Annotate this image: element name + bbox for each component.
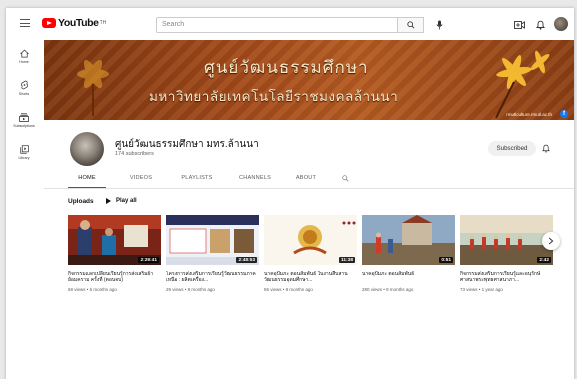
channel-name: ศูนย์วัฒนธรรมศึกษา มทร.ล้านนา bbox=[115, 139, 259, 150]
tab-playlists[interactable]: PLAYLISTS bbox=[172, 168, 222, 188]
home-icon bbox=[19, 49, 29, 57]
video-duration: 11:38 bbox=[338, 257, 355, 263]
tab-about[interactable]: ABOUT bbox=[286, 168, 326, 188]
video-duration: 2:29:41 bbox=[138, 257, 159, 263]
mini-guide: Home Shorts Subscriptions Library bbox=[6, 40, 42, 168]
youtube-play-icon bbox=[42, 18, 56, 28]
bell-icon bbox=[535, 20, 545, 30]
play-all-label: Play all bbox=[116, 198, 137, 204]
tab-channels[interactable]: CHANNELS bbox=[228, 168, 282, 188]
video-title[interactable]: นาคอุปัมภะ ตอนสัมพันธ์ bbox=[362, 271, 455, 284]
guide-item-subscriptions[interactable]: Subscriptions bbox=[6, 104, 42, 136]
video-thumbnail[interactable]: 2:29:41 bbox=[68, 215, 161, 265]
logo-country-code: TH bbox=[99, 20, 107, 26]
video-title[interactable]: โครงการส่งเสริมการเรียนรู้วัฒนธรรมภาคเหน… bbox=[166, 271, 259, 284]
video-meta: 73 views • 1 year ago bbox=[460, 287, 503, 292]
video-duration: 0:51 bbox=[439, 257, 453, 263]
channel-search-button[interactable] bbox=[330, 168, 360, 188]
guide-label: Shorts bbox=[18, 92, 30, 96]
play-icon bbox=[106, 198, 111, 204]
guide-label: Library bbox=[18, 155, 30, 160]
video-card[interactable]: 11:38 นาคอุปัมภะ ตอนสัมพันธ์ ในงานสืบสาน… bbox=[264, 215, 357, 292]
voice-search-button[interactable] bbox=[432, 18, 446, 32]
video-duration: 2:48:53 bbox=[236, 257, 257, 263]
video-thumbnail[interactable]: 2:42 bbox=[460, 215, 553, 265]
video-thumbnail[interactable]: 11:38 bbox=[264, 215, 357, 265]
channel-banner: ศูนย์วัฒนธรรมศึกษา มหาวิทยาลัยเทคโนโลยีร… bbox=[44, 40, 574, 120]
create-video-button[interactable] bbox=[512, 18, 526, 32]
guide-item-home[interactable]: Home bbox=[6, 40, 42, 72]
shelf-next-button[interactable] bbox=[542, 232, 560, 250]
video-thumbnail[interactable]: 2:48:53 bbox=[166, 215, 259, 265]
facebook-icon[interactable]: f bbox=[560, 110, 568, 118]
youtube-logo[interactable]: YouTube TH bbox=[42, 17, 106, 29]
bell-icon bbox=[542, 144, 550, 153]
subscribed-button[interactable]: Subscribed bbox=[488, 141, 536, 156]
microphone-icon bbox=[435, 20, 443, 30]
search-icon bbox=[341, 174, 349, 182]
video-card[interactable]: 2:29:41 กิจกรรมแลกเปลี่ยนเรียนรู้การส่งเ… bbox=[68, 215, 161, 292]
chevron-right-icon bbox=[548, 237, 554, 245]
create-video-icon bbox=[513, 21, 525, 29]
guide-item-library[interactable]: Library bbox=[6, 136, 42, 168]
video-card[interactable]: 0:51 นาคอุปัมภะ ตอนสัมพันธ์ 280 views • … bbox=[362, 215, 455, 292]
video-meta: 29 views • 8 months ago bbox=[166, 287, 215, 292]
subscriber-count: 174 subscribers bbox=[115, 151, 154, 157]
library-icon bbox=[19, 144, 29, 154]
logo-text: YouTube bbox=[58, 17, 99, 29]
banner-lily-decoration bbox=[495, 50, 550, 118]
banner-link[interactable]: rmutlculture.rmutl.ac.th bbox=[506, 112, 552, 117]
video-card[interactable]: 2:48:53 โครงการส่งเสริมการเรียนรู้วัฒนธร… bbox=[166, 215, 259, 292]
tab-home[interactable]: HOME bbox=[68, 168, 106, 188]
tabs-divider bbox=[44, 188, 574, 189]
section-title[interactable]: Uploads bbox=[68, 198, 94, 205]
search-input[interactable]: Search bbox=[156, 17, 398, 33]
play-all-button[interactable]: Play all bbox=[106, 198, 137, 204]
banner-title: ศูนย์วัฒนธรรมศึกษา bbox=[204, 58, 369, 78]
video-meta: 56 views • 8 months ago bbox=[264, 287, 313, 292]
video-meta: 280 views • 8 months ago bbox=[362, 287, 414, 292]
video-title[interactable]: นาคอุปัมภะ ตอนสัมพันธ์ ในงานสืบสานวัฒนธร… bbox=[264, 271, 357, 284]
video-card[interactable]: 2:42 กิจกรรมส่งเสริมการเรียนรู้และอนุรัก… bbox=[460, 215, 553, 292]
banner-flower-decoration bbox=[77, 59, 109, 116]
video-title[interactable]: กิจกรรมแลกเปลี่ยนเรียนรู้การส่งเสริมผ้าย… bbox=[68, 271, 161, 284]
channel-avatar[interactable] bbox=[70, 132, 104, 166]
subscriptions-icon bbox=[19, 112, 29, 122]
youtube-window: YouTube TH Search Home Shorts Subscripti… bbox=[6, 8, 574, 379]
tab-videos[interactable]: VIDEOS bbox=[116, 168, 166, 188]
channel-notification-bell[interactable] bbox=[540, 142, 552, 154]
search-button[interactable] bbox=[398, 17, 424, 33]
video-duration: 2:42 bbox=[537, 257, 551, 263]
guide-label: Subscriptions bbox=[13, 123, 35, 128]
banner-subtitle: มหาวิทยาลัยเทคโนโลยีราชมงคลล้านนา bbox=[149, 89, 399, 105]
menu-icon[interactable] bbox=[20, 19, 30, 27]
video-thumbnail[interactable]: 0:51 bbox=[362, 215, 455, 265]
channel-tabs: HOME VIDEOS PLAYLISTS CHANNELS ABOUT bbox=[68, 168, 360, 188]
shorts-icon bbox=[20, 80, 28, 90]
video-title[interactable]: กิจกรรมส่งเสริมการเรียนรู้และอนุรักษ์ศาส… bbox=[460, 271, 553, 284]
guide-label: Home bbox=[19, 59, 29, 64]
search-icon bbox=[406, 21, 415, 29]
account-avatar[interactable] bbox=[554, 17, 568, 31]
video-meta: 68 views • 5 months ago bbox=[68, 287, 117, 292]
top-bar: YouTube TH Search bbox=[6, 8, 574, 40]
guide-item-shorts[interactable]: Shorts bbox=[6, 72, 42, 104]
notifications-button[interactable] bbox=[533, 18, 547, 32]
